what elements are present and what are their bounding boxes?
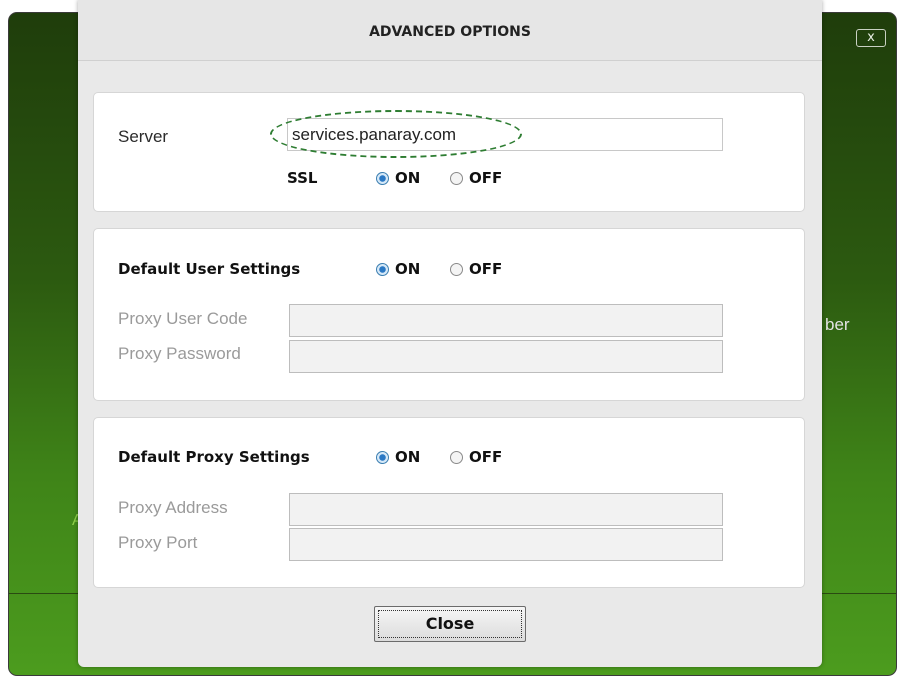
advanced-options-dialog: ADVANCED OPTIONS Server services.panaray… — [78, 0, 822, 667]
dialog-title: ADVANCED OPTIONS — [369, 24, 531, 40]
ssl-label: SSL — [287, 169, 318, 187]
proxy-settings-on-radio[interactable]: ON — [376, 448, 420, 466]
radio-selected-icon — [376, 171, 389, 185]
proxy-address-label: Proxy Address — [118, 498, 228, 517]
proxy-password-label: Proxy Password — [118, 344, 241, 363]
user-settings-section: Default User Settings ON OFF Proxy User … — [93, 228, 805, 401]
user-settings-on-label: ON — [395, 260, 421, 278]
radio-selected-icon — [376, 262, 389, 276]
dialog-titlebar: ADVANCED OPTIONS — [78, 0, 822, 61]
ssl-off-radio[interactable]: OFF — [450, 169, 502, 187]
background-close-icon[interactable]: x — [856, 29, 886, 47]
proxy-address-input[interactable] — [289, 493, 723, 526]
user-settings-heading: Default User Settings — [118, 260, 301, 278]
proxy-settings-on-label: ON — [395, 448, 421, 466]
proxy-settings-heading: Default Proxy Settings — [118, 448, 310, 466]
proxy-password-input[interactable] — [289, 340, 723, 373]
proxy-port-label: Proxy Port — [118, 533, 198, 552]
proxy-user-code-input[interactable] — [289, 304, 723, 337]
user-settings-off-label: OFF — [469, 260, 503, 278]
proxy-settings-section: Default Proxy Settings ON OFF Proxy Addr… — [93, 417, 805, 588]
radio-unselected-icon — [450, 450, 463, 464]
background-partial-text: ber — [825, 315, 850, 334]
user-settings-off-radio[interactable]: OFF — [450, 260, 502, 278]
user-settings-on-radio[interactable]: ON — [376, 260, 420, 278]
radio-selected-icon — [376, 450, 389, 464]
proxy-settings-off-label: OFF — [469, 448, 503, 466]
proxy-port-input[interactable] — [289, 528, 723, 561]
proxy-settings-off-radio[interactable]: OFF — [450, 448, 502, 466]
close-button[interactable]: Close — [374, 606, 526, 642]
radio-unselected-icon — [450, 171, 463, 185]
server-section: Server services.panaray.com SSL ON OFF — [93, 92, 805, 212]
ssl-on-radio[interactable]: ON — [376, 169, 420, 187]
radio-unselected-icon — [450, 262, 463, 276]
ssl-on-label: ON — [395, 169, 421, 187]
ssl-off-label: OFF — [469, 169, 503, 187]
server-label: Server — [118, 127, 169, 146]
proxy-user-code-label: Proxy User Code — [118, 309, 248, 328]
server-input[interactable]: services.panaray.com — [287, 118, 723, 151]
